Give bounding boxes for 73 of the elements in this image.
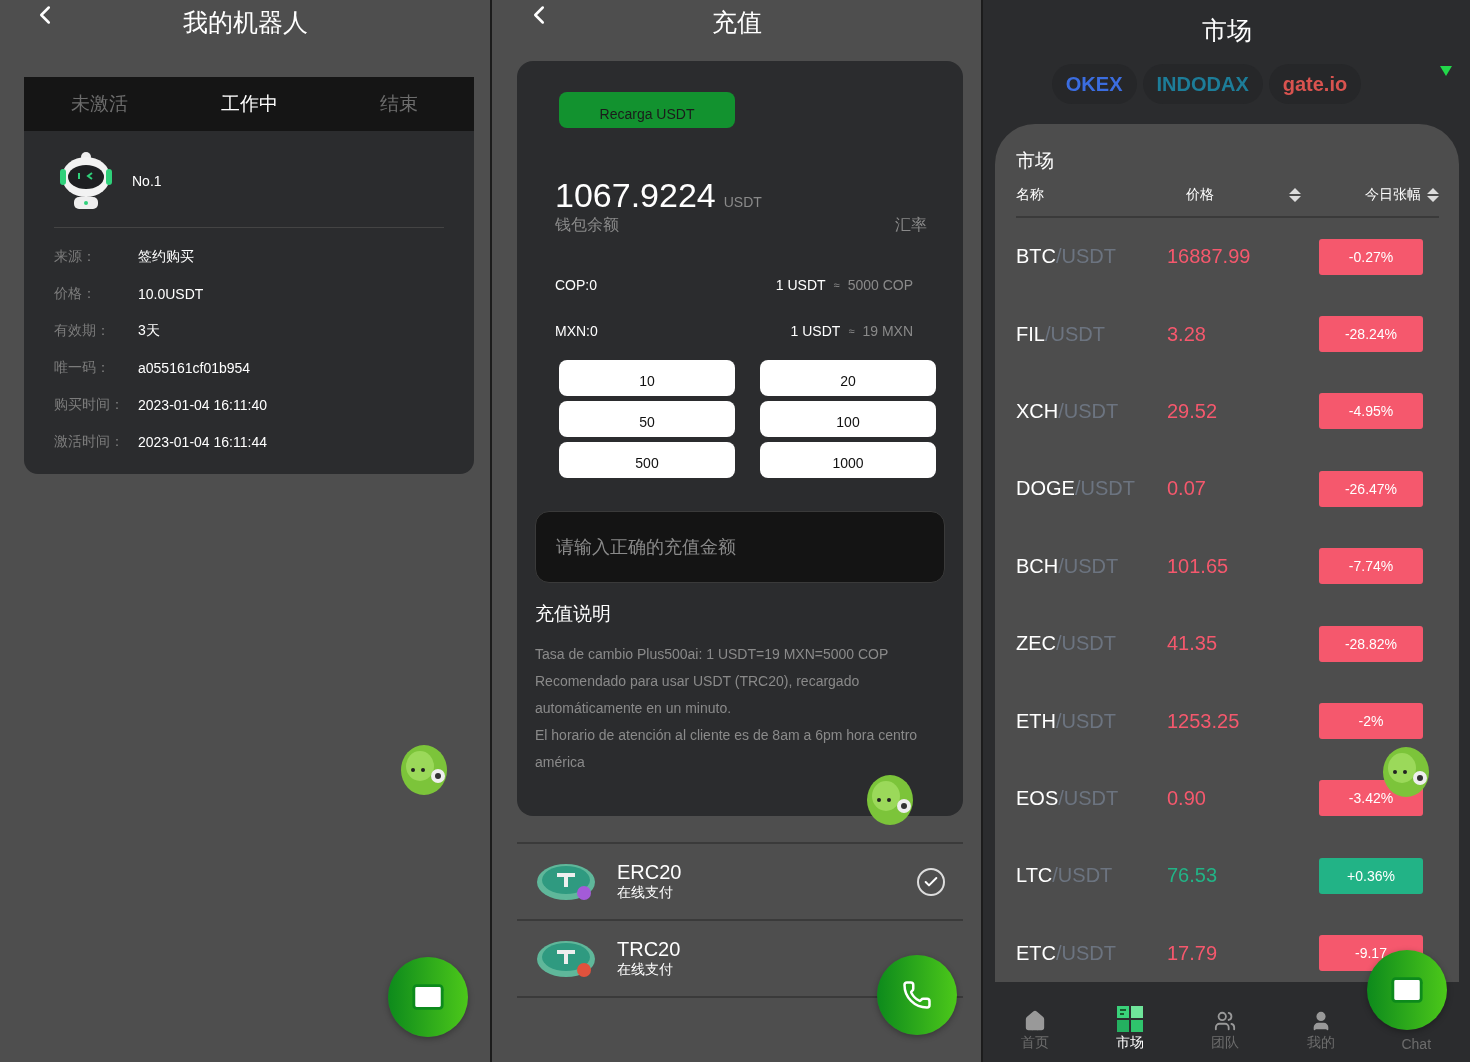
nav-tab[interactable]: 市场 — [1105, 1006, 1156, 1052]
price: 29.52 — [1167, 399, 1219, 423]
amount-button[interactable]: 50 — [559, 401, 735, 437]
recharge-usdt-button[interactable]: Recarga USDT — [559, 92, 735, 128]
change-badge: -26.47% — [1319, 470, 1423, 507]
change-badge: +0.36% — [1319, 857, 1423, 894]
field-label: 价格： — [54, 284, 97, 303]
field-label: 激活时间： — [54, 432, 125, 451]
field-value: 签约购买 — [138, 247, 194, 266]
field-value: 3天 — [138, 321, 160, 340]
amount-button[interactable]: 500 — [559, 442, 735, 478]
page-title: 充值 — [711, 7, 762, 38]
amount-input[interactable]: 请输入正确的充值金额 — [535, 511, 945, 583]
approx-sign: ≈ — [848, 325, 855, 337]
change-badge: -0.27% — [1319, 238, 1423, 275]
method-name: TRC20 — [617, 938, 682, 961]
method-subtitle: 在线支付 — [617, 961, 674, 979]
notes-paragraph: Recomendado para usar USDT (TRC20), recargado automáticamente en un minuto. — [535, 672, 861, 718]
change-badge: -4.95% — [1319, 393, 1423, 430]
trading-pair[interactable]: EOS/USDT — [1016, 786, 1167, 810]
column-header: 价格 — [1186, 186, 1214, 204]
currency-balance: COP:0 — [555, 277, 597, 293]
status-tab[interactable]: 未激活 — [24, 77, 174, 131]
price: 101.65 — [1167, 554, 1230, 578]
page-title: 我的机器人 — [182, 7, 308, 38]
market-title: 市场 — [1016, 149, 1055, 173]
rate-value: 5000 COP — [847, 277, 913, 293]
change-badge: -7.74% — [1319, 548, 1423, 585]
change-badge: -28.82% — [1319, 625, 1423, 662]
amount-button[interactable]: 20 — [760, 360, 936, 396]
rate-label: 汇率 — [895, 215, 927, 235]
column-header: 名称 — [1016, 186, 1044, 204]
amount-button[interactable]: 1000 — [760, 442, 936, 478]
approx-sign: ≈ — [833, 279, 840, 291]
field-label: 唯一码： — [54, 358, 111, 377]
method-subtitle: 在线支付 — [617, 884, 674, 902]
price: 3.28 — [1167, 322, 1207, 346]
notes-paragraph: Tasa de cambio Plus500ai: 1 USDT=19 MXN=5000 COP — [535, 645, 890, 664]
field-value: 2023-01-04 16:11:40 — [138, 396, 267, 413]
field-label: 购买时间： — [54, 395, 125, 414]
change-badge: -28.24% — [1319, 316, 1423, 353]
change-badge: -2% — [1319, 703, 1423, 740]
field-value: 2023-01-04 16:11:44 — [138, 433, 267, 450]
robot-name: No.1 — [132, 173, 162, 189]
price: 0.90 — [1167, 786, 1207, 810]
method-name: ERC20 — [617, 861, 683, 884]
price: 16887.99 — [1167, 245, 1252, 269]
rate-base: 1 USDT — [790, 323, 841, 339]
column-header: 今日张幅 — [1365, 186, 1421, 204]
price: 76.53 — [1167, 864, 1219, 888]
notes-title: 充值说明 — [535, 602, 612, 626]
status-tab[interactable]: 工作中 — [174, 77, 324, 131]
rate-base: 1 USDT — [775, 277, 826, 293]
balance-label: 钱包余额 — [555, 215, 619, 235]
rate-value: 19 MXN — [862, 323, 913, 339]
status-tab[interactable]: 结束 — [324, 77, 474, 131]
page-title: 市场 — [1201, 14, 1252, 46]
balance-amount: 1067.9224 — [555, 176, 716, 215]
currency-balance: MXN:0 — [555, 323, 598, 339]
notes-paragraph: El horario de atención al cliente es de 8am a 6pm hora centro américa — [535, 726, 919, 772]
balance-unit: USDT — [723, 194, 762, 210]
payment-method-row[interactable]: ERC20 在线支付 — [517, 844, 963, 921]
price: 1253.25 — [1167, 709, 1241, 733]
field-value: 10.0USDT — [138, 285, 204, 302]
amount-button[interactable]: 10 — [559, 360, 735, 396]
exchange-logo[interactable]: gate.io — [1268, 64, 1362, 104]
field-value: a055161cf01b954 — [138, 359, 251, 376]
field-label: 有效期： — [54, 321, 111, 340]
price: 41.35 — [1167, 632, 1219, 656]
amount-button[interactable]: 100 — [760, 401, 936, 437]
field-label: 来源： — [54, 247, 97, 266]
price: 0.07 — [1167, 477, 1207, 501]
price: 17.79 — [1167, 941, 1219, 965]
